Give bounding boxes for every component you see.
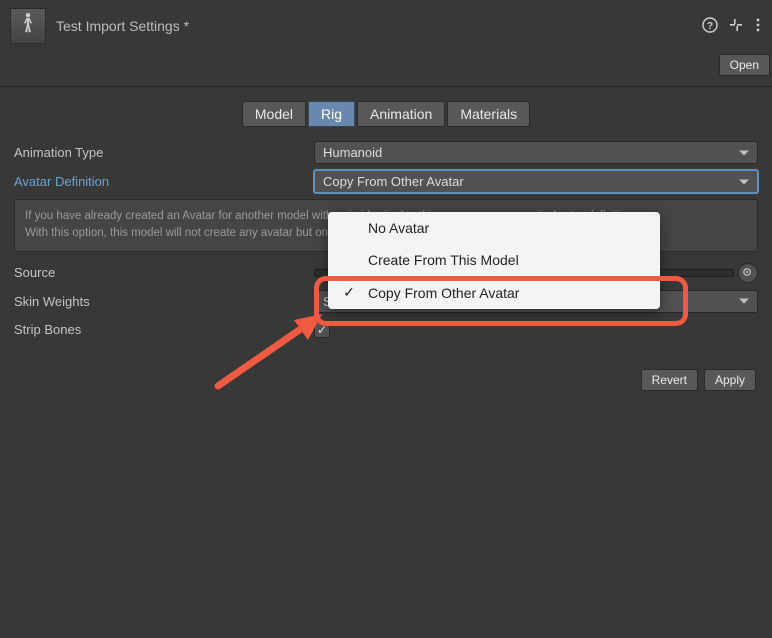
open-button[interactable]: Open: [719, 54, 770, 76]
source-label: Source: [14, 265, 314, 280]
popup-item-label: Create From This Model: [368, 252, 519, 268]
avatar-definition-label: Avatar Definition: [14, 174, 314, 189]
import-tabs: Model Rig Animation Materials: [0, 101, 772, 127]
context-menu-icon[interactable]: [754, 17, 762, 36]
popup-item-label: Copy From Other Avatar: [368, 285, 519, 301]
strip-bones-label: Strip Bones: [14, 322, 314, 337]
avatar-definition-popup: No Avatar Create From This Model ✓ Copy …: [328, 212, 660, 309]
strip-bones-checkbox[interactable]: ✓: [314, 322, 330, 338]
help-icon[interactable]: ?: [702, 17, 718, 36]
popup-item-label: No Avatar: [368, 220, 429, 236]
tab-rig[interactable]: Rig: [308, 101, 355, 127]
presets-icon[interactable]: [728, 17, 744, 36]
animation-type-dropdown[interactable]: Humanoid: [314, 141, 758, 164]
revert-button[interactable]: Revert: [641, 369, 698, 391]
object-picker-icon[interactable]: [738, 263, 758, 283]
page-title: Test Import Settings *: [56, 18, 692, 34]
popup-item-create-from-model[interactable]: Create From This Model: [328, 244, 660, 276]
asset-thumbnail: [10, 8, 46, 44]
popup-item-no-avatar[interactable]: No Avatar: [328, 212, 660, 244]
checkmark-icon: ✓: [340, 284, 358, 301]
tab-model[interactable]: Model: [242, 101, 306, 127]
inspector-header: Test Import Settings * ?: [0, 0, 772, 50]
apply-button[interactable]: Apply: [704, 369, 756, 391]
svg-text:?: ?: [707, 21, 713, 32]
divider: [0, 86, 772, 87]
tab-materials[interactable]: Materials: [447, 101, 530, 127]
avatar-definition-dropdown[interactable]: Copy From Other Avatar: [314, 170, 758, 193]
popup-item-copy-from-other[interactable]: ✓ Copy From Other Avatar: [328, 276, 660, 309]
skin-weights-label: Skin Weights: [14, 294, 314, 309]
animation-type-label: Animation Type: [14, 145, 314, 160]
tab-animation[interactable]: Animation: [357, 101, 445, 127]
